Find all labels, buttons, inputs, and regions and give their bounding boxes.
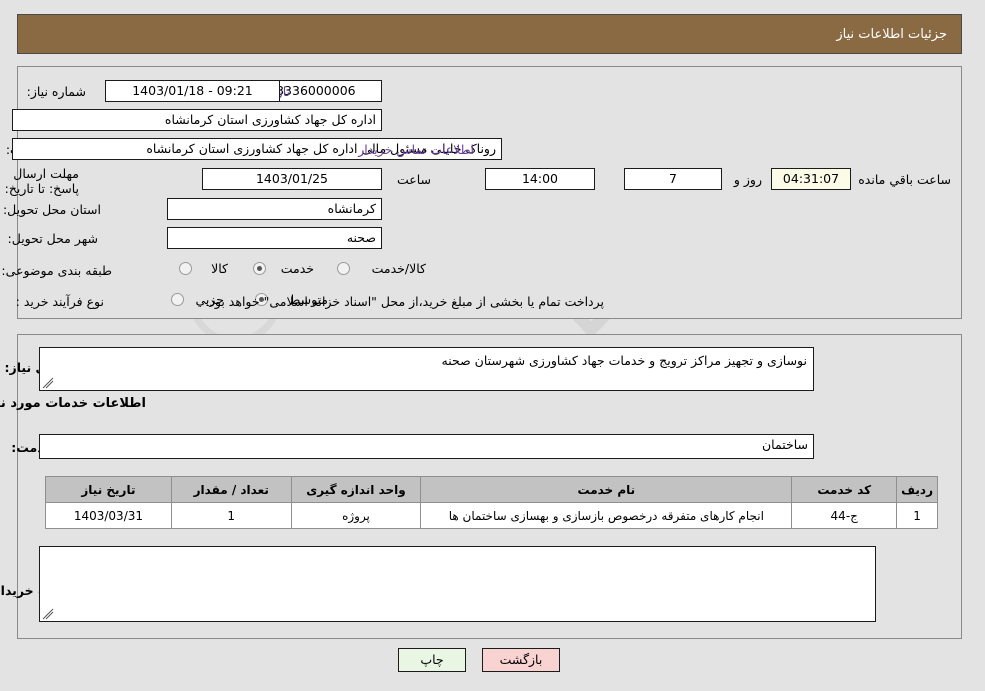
need-info-panel [18,66,963,319]
need-number-label: شماره نیاز: [27,84,87,99]
radio-label-category-1[interactable]: خدمت [282,262,315,276]
radio-label-category-2[interactable]: کالا/خدمت [373,262,427,276]
print-button[interactable]: چاپ [399,648,467,672]
col-header-service-code: کد خدمت [792,476,899,503]
countdown-timer: 04:31:07 [772,168,852,190]
delivery-city-value: صحنه [168,227,383,249]
remaining-days-label: روز و [734,172,763,187]
deadline-date-value: 1403/01/25 [203,168,383,190]
radio-category-kala[interactable] [180,262,193,275]
page-root: جزئیات اطلاعات نیاز شماره نیاز: 11030033… [0,0,985,691]
delivery-province-value: کرمانشاه [168,198,383,220]
col-header-quantity: تعداد / مقدار [171,476,293,503]
buyer-contact-link[interactable]: اطلاعات تماس خریدار [359,142,475,157]
services-section-title: اطلاعات خدمات مورد نیاز [0,396,147,411]
col-header-service-name: نام خدمت [421,476,794,503]
cell-service-code: ج-44 [792,502,899,529]
radio-process-jozii[interactable] [172,293,185,306]
radio-category-khedmat[interactable] [254,262,267,275]
services-table: ردیف کد خدمت نام خدمت واحد اندازه گیری ت… [46,476,939,529]
radio-label-category-0[interactable]: کالا [212,262,229,276]
table-header-row: ردیف کد خدمت نام خدمت واحد اندازه گیری ت… [46,476,939,503]
cell-quantity: 1 [171,502,293,529]
back-button[interactable]: بازگشت [483,648,561,672]
col-header-unit: واحد اندازه گیری [291,476,423,503]
announce-datetime-value: 09:21 - 1403/01/18 [106,80,281,102]
table-row: 1 ج-44 انجام کارهای متفرقه درخصوص بازساز… [46,502,939,529]
general-desc-textarea[interactable]: نوسازی و تجهیز مراکز ترویج و خدمات جهاد … [40,347,815,391]
resize-grip-icon[interactable] [43,377,55,389]
col-header-radif: ردیف [897,476,939,503]
process-type-label: نوع فرآیند خرید : [16,294,105,309]
payment-note: پرداخت تمام یا بخشی از مبلغ خرید،از محل … [206,294,605,309]
remaining-days-value: 7 [625,168,723,190]
radio-category-kala-khedmat[interactable] [338,262,351,275]
buyer-notes-textarea[interactable] [40,546,877,622]
cell-service-name: انجام کارهای متفرقه درخصوص بازسازی و بهس… [421,502,794,529]
col-header-need-date: تاریخ نیاز [46,476,173,503]
category-label: طبقه بندی موضوعی: [2,263,113,278]
deadline-hour-value: 14:00 [486,168,596,190]
delivery-province-label: استان محل تحویل: [3,202,102,217]
resize-grip-icon[interactable] [43,608,55,620]
remaining-hours-label: ساعت باقي مانده [859,172,952,187]
general-desc-value: نوسازی و تجهیز مراکز ترویج و خدمات جهاد … [442,353,808,368]
deadline-hour-label: ساعت [397,172,432,187]
deadline-label: مهلت ارسال پاسخ: تا تاریخ: [5,166,80,196]
page-header: جزئیات اطلاعات نیاز [18,14,963,54]
page-title: جزئیات اطلاعات نیاز [837,26,948,42]
service-group-value: ساختمان [40,434,815,459]
cell-unit: پروژه [291,502,423,529]
delivery-city-label: شهر محل تحویل: [8,231,99,246]
cell-need-date: 1403/03/31 [46,502,173,529]
buyer-org-value: اداره کل جهاد کشاورزی استان کرمانشاه [13,109,383,131]
cell-radif: 1 [897,502,939,529]
